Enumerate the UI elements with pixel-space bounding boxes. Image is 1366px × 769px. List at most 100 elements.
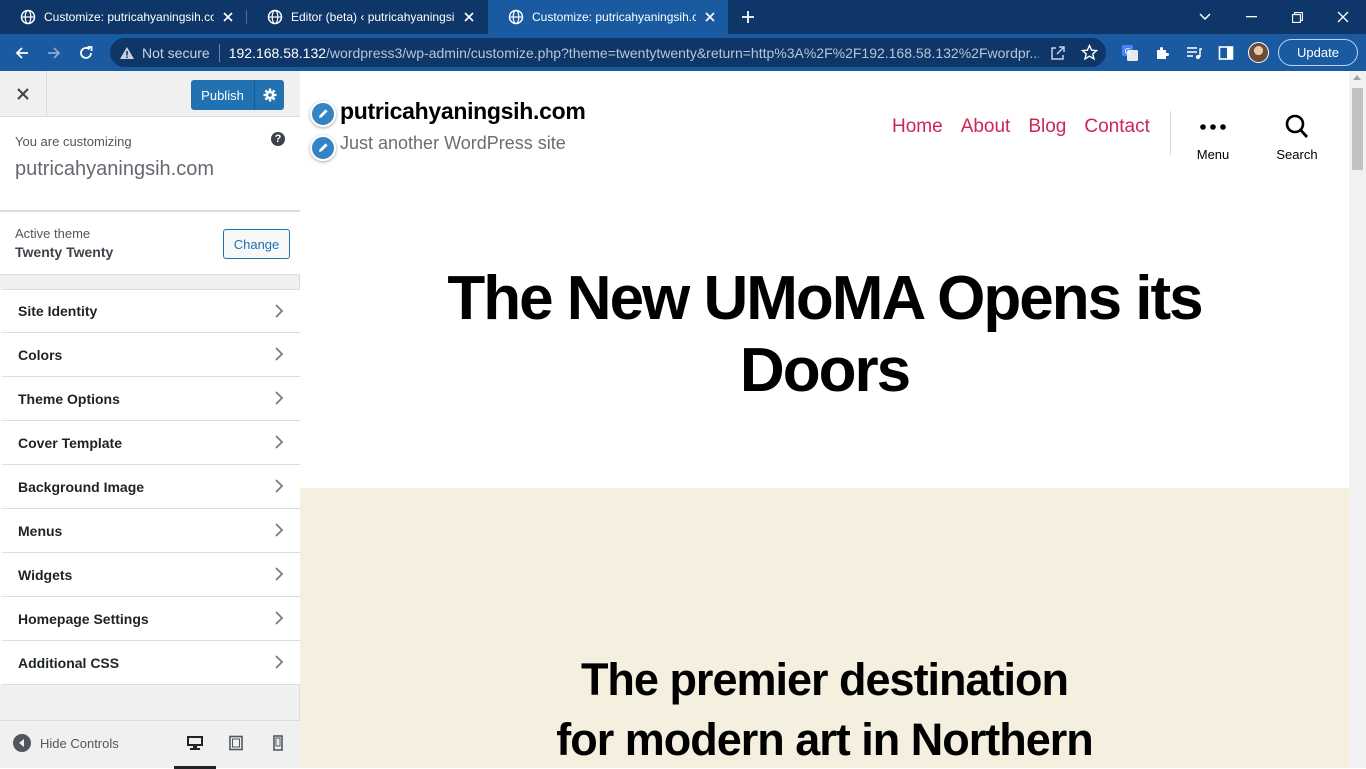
tab-editor[interactable]: Editor (beta) ‹ putricahyaningsih.com xyxy=(247,0,487,34)
nav-item-home[interactable]: Home xyxy=(892,116,943,138)
desktop-preview-icon[interactable] xyxy=(185,733,205,753)
tab-title: Customize: putricahyaningsih.com xyxy=(532,10,696,24)
section-label: Background Image xyxy=(18,478,145,495)
tab-customize-active[interactable]: Customize: putricahyaningsih.com xyxy=(488,0,728,34)
change-theme-button[interactable]: Change xyxy=(223,229,290,259)
tab-strip: Customize: putricahyaningsih.com Editor … xyxy=(0,0,1366,34)
customizer-header: Publish xyxy=(0,71,300,117)
edit-shortcut-pencil-icon[interactable] xyxy=(310,135,336,161)
back-icon[interactable] xyxy=(9,40,35,66)
cover-line: for modern art in Northern xyxy=(556,714,1094,765)
translate-icon[interactable]: G xyxy=(1117,40,1143,66)
reload-icon[interactable] xyxy=(73,40,99,66)
active-theme-panel: Active theme Twenty Twenty Change xyxy=(0,211,300,275)
menu-label: Menu xyxy=(1196,147,1230,162)
page-headline: The New UMoMA Opens its Doors xyxy=(300,263,1349,407)
nav-item-contact[interactable]: Contact xyxy=(1084,116,1149,138)
address-bar[interactable]: Not secure 192.168.58.132/wordpress3/wp-… xyxy=(110,38,1106,67)
menu-toggle[interactable]: Menu xyxy=(1183,113,1243,162)
section-label: Menus xyxy=(18,522,63,539)
globe-icon xyxy=(20,9,36,25)
tab-close-icon[interactable] xyxy=(702,9,718,25)
customizer-sidebar: Publish You are customizing putricahyani… xyxy=(0,71,300,769)
search-icon xyxy=(1267,113,1327,141)
nav-separator xyxy=(1170,111,1171,155)
customizing-label: You are customizing xyxy=(15,134,132,149)
svg-text:G: G xyxy=(1125,47,1131,56)
globe-icon xyxy=(508,9,524,25)
section-label: Cover Template xyxy=(18,434,122,451)
section-site-identity[interactable]: Site Identity xyxy=(0,289,300,333)
more-dots-icon xyxy=(1183,113,1243,141)
chevron-right-icon xyxy=(275,391,284,405)
section-menus[interactable]: Menus xyxy=(0,509,300,553)
warning-icon[interactable] xyxy=(118,44,136,62)
new-tab-icon[interactable] xyxy=(738,7,758,27)
mobile-preview-icon[interactable] xyxy=(268,733,288,753)
minimize-icon[interactable] xyxy=(1228,0,1274,34)
omnibox-divider xyxy=(218,43,220,62)
nav-item-blog[interactable]: Blog xyxy=(1028,116,1066,138)
section-homepage-settings[interactable]: Homepage Settings xyxy=(0,597,300,641)
tab-close-icon[interactable] xyxy=(220,9,236,25)
section-colors[interactable]: Colors xyxy=(0,333,300,377)
active-theme-label: Active theme xyxy=(15,226,91,241)
section-label: Additional CSS xyxy=(18,654,120,671)
chevron-right-icon xyxy=(275,304,284,318)
tab-customize-1[interactable]: Customize: putricahyaningsih.com xyxy=(0,0,246,34)
chevron-right-icon xyxy=(275,567,284,581)
extensions-puzzle-icon[interactable] xyxy=(1149,40,1175,66)
globe-icon xyxy=(267,9,283,25)
customizing-info: You are customizing putricahyaningsih.co… xyxy=(0,117,300,211)
chevron-right-icon xyxy=(275,435,284,449)
section-theme-options[interactable]: Theme Options xyxy=(0,377,300,421)
headline-line: The New UMoMA Opens its xyxy=(447,264,1203,333)
share-icon[interactable] xyxy=(1045,40,1071,66)
active-theme-name: Twenty Twenty xyxy=(15,244,114,260)
section-label: Colors xyxy=(18,346,63,363)
profile-avatar[interactable] xyxy=(1248,42,1269,63)
scroll-thumb[interactable] xyxy=(1352,88,1363,170)
chevron-right-icon xyxy=(275,347,284,361)
site-preview: putricahyaningsih.com Just another WordP… xyxy=(300,71,1349,768)
url-text: 192.168.58.132/wordpress3/wp-admin/custo… xyxy=(229,45,1039,61)
restore-icon[interactable] xyxy=(1274,0,1320,34)
browser-window: Customize: putricahyaningsih.com Editor … xyxy=(0,0,1366,769)
cover-section: The premier destination for modern art i… xyxy=(300,488,1349,768)
publish-settings-gear-icon[interactable] xyxy=(254,80,284,110)
search-toggle[interactable]: Search xyxy=(1267,113,1327,162)
edit-shortcut-pencil-icon[interactable] xyxy=(310,101,336,127)
site-title[interactable]: putricahyaningsih.com xyxy=(340,98,586,125)
side-panel-icon[interactable] xyxy=(1213,40,1239,66)
preview-scrollbar[interactable] xyxy=(1349,71,1366,768)
customizer-footer: Hide Controls xyxy=(0,720,300,769)
media-playlist-icon[interactable] xyxy=(1181,40,1207,66)
close-window-icon[interactable] xyxy=(1320,0,1366,34)
help-icon[interactable]: ? xyxy=(271,132,285,146)
section-background-image[interactable]: Background Image xyxy=(0,465,300,509)
hide-controls-button[interactable]: Hide Controls xyxy=(13,734,119,752)
chevron-right-icon xyxy=(275,611,284,625)
search-label: Search xyxy=(1276,147,1318,162)
nav-item-about[interactable]: About xyxy=(961,116,1011,138)
customizer-sections: Site Identity Colors Theme Options Cover… xyxy=(0,289,300,685)
bookmark-star-icon[interactable] xyxy=(1077,40,1103,66)
scroll-up-arrow-icon[interactable] xyxy=(1353,75,1361,80)
forward-icon[interactable] xyxy=(41,40,67,66)
section-cover-template[interactable]: Cover Template xyxy=(0,421,300,465)
section-label: Theme Options xyxy=(18,390,120,407)
section-additional-css[interactable]: Additional CSS xyxy=(0,641,300,685)
section-widgets[interactable]: Widgets xyxy=(0,553,300,597)
publish-button[interactable]: Publish xyxy=(191,80,254,110)
url-path: /wordpress3/wp-admin/customize.php?theme… xyxy=(326,44,1039,61)
tab-close-icon[interactable] xyxy=(461,9,477,25)
section-label: Homepage Settings xyxy=(18,610,149,627)
collapse-arrow-icon xyxy=(13,734,31,752)
update-button[interactable]: Update xyxy=(1278,39,1358,66)
tab-title: Editor (beta) ‹ putricahyaningsih.com xyxy=(291,10,455,24)
tablet-preview-icon[interactable] xyxy=(226,733,246,753)
tab-search-chevron-icon[interactable] xyxy=(1182,0,1228,34)
close-customizer-icon[interactable] xyxy=(0,71,47,117)
primary-nav: Home About Blog Contact xyxy=(892,116,1168,138)
browser-toolbar: Not secure 192.168.58.132/wordpress3/wp-… xyxy=(0,34,1366,71)
